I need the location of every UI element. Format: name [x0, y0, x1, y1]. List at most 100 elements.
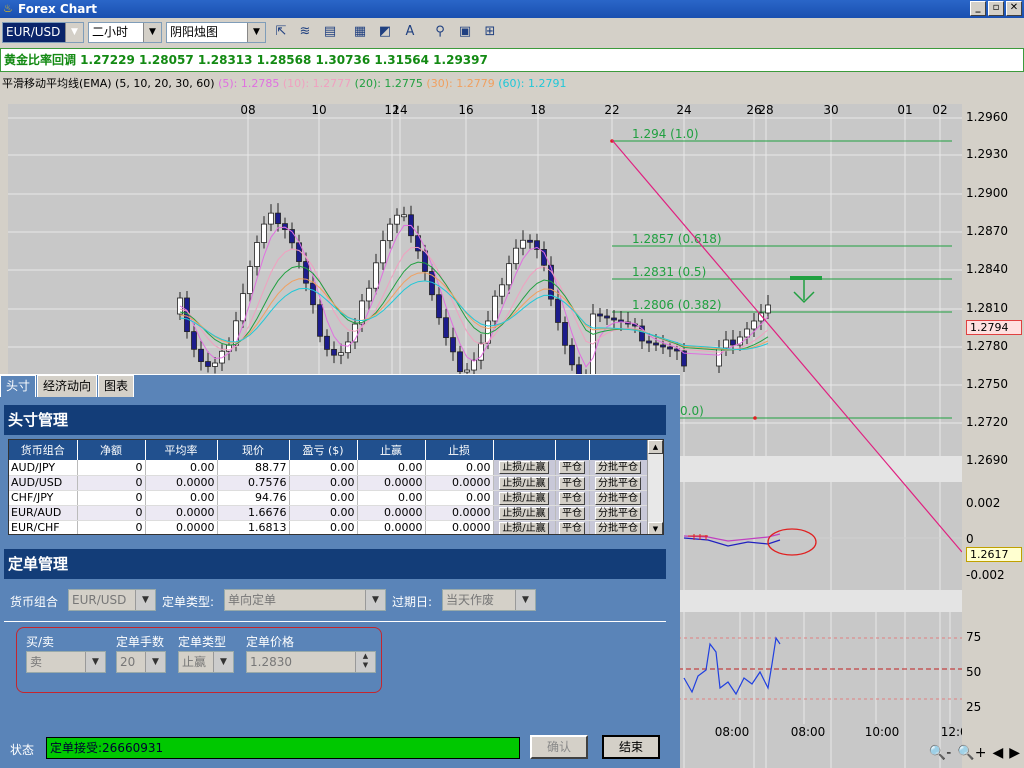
table-cell: 94.76 — [217, 490, 290, 506]
table-cell: 0.0000 — [357, 475, 426, 491]
trend-icon[interactable]: ◩ — [375, 23, 395, 41]
buysell-select[interactable]: 卖 ▼ — [26, 651, 106, 673]
lots-select[interactable]: 20 ▼ — [116, 651, 166, 673]
table-cell: 0.0000 — [145, 505, 218, 521]
confirm-button[interactable]: 确认 — [530, 735, 588, 759]
sl-tp-button[interactable]: 止损/止赢 — [499, 521, 549, 534]
column-header[interactable]: 盈亏 ($) — [289, 440, 358, 460]
chevron-down-icon[interactable]: ▼ — [515, 590, 535, 610]
close-position-button[interactable]: 平仓 — [559, 506, 585, 520]
rsi-tick-label: 75 — [966, 630, 982, 644]
chevron-down-icon[interactable]: ▼ — [365, 590, 385, 610]
scroll-down-icon[interactable]: ▼ — [648, 522, 663, 534]
column-header[interactable] — [555, 440, 590, 460]
settings-icon[interactable]: ⊞ — [480, 23, 500, 41]
close-position-button[interactable]: 平仓 — [559, 461, 585, 475]
line-tool-icon[interactable]: ≋ — [295, 23, 315, 41]
chevron-down-icon[interactable]: ▼ — [65, 23, 83, 42]
interval-select-value: 二小时 — [92, 25, 129, 39]
chevron-down-icon[interactable]: ▼ — [135, 590, 155, 610]
column-header[interactable]: 净额 — [77, 440, 146, 460]
sl-tp-button[interactable]: 止损/止赢 — [499, 506, 549, 520]
partial-close-button[interactable]: 分批平仓 — [595, 491, 641, 505]
column-header[interactable]: 现价 — [217, 440, 290, 460]
maximize-button[interactable]: ▫ — [988, 1, 1004, 16]
price-spinner[interactable]: 1.2830 ▲ ▼ — [246, 651, 376, 673]
scroll-right-icon[interactable]: ▶ — [1009, 745, 1020, 761]
table-cell: 0.00 — [357, 490, 426, 506]
chart-type-select[interactable]: 阴阳烛图 ▼ — [166, 22, 266, 43]
table-cell: AUD/USD — [9, 475, 78, 491]
table-row[interactable]: EUR/AUD 0 0.0000 1.6676 0.00 0.0000 0.0000 止损/止… — [9, 505, 648, 521]
table-row[interactable]: AUD/JPY 0 0.00 88.77 0.00 0.00 0.00 止损/止赢 平仓 分批平仓 — [9, 460, 648, 476]
chart-icon[interactable]: ▦ — [350, 23, 370, 41]
chevron-down-icon[interactable]: ▼ — [143, 23, 161, 42]
sl-tp-button[interactable]: 止损/止赢 — [499, 461, 549, 475]
spinner-icon[interactable]: ▲ ▼ — [355, 652, 375, 672]
time-tick-label: 08:00 — [791, 725, 826, 739]
partial-close-button[interactable]: 分批平仓 — [595, 521, 641, 534]
tab-economic[interactable]: 经济动向 — [37, 375, 98, 397]
sl-tp-button[interactable]: 止损/止赢 — [499, 491, 549, 505]
close-button[interactable]: ✕ — [1006, 1, 1022, 16]
column-header[interactable]: 平均率 — [145, 440, 218, 460]
position-table[interactable]: 货币组合 净额 平均率 现价 盈亏 ($) 止赢 止损 AUD/JPY 0 0.00 88.77 0… — [8, 439, 664, 535]
chevron-down-icon[interactable]: ▼ — [85, 652, 105, 672]
lots-label: 定单手数 — [116, 635, 165, 649]
interval-select[interactable]: 二小时 ▼ — [88, 22, 162, 43]
table-cell: 0.0000 — [425, 505, 494, 521]
text-tool-icon[interactable]: A — [400, 23, 420, 41]
chevron-down-icon[interactable]: ▼ — [247, 23, 265, 42]
table-cell: 0.00 — [289, 505, 358, 521]
ordertype-value: 止赢 — [182, 655, 207, 669]
close-position-button[interactable]: 平仓 — [559, 476, 585, 490]
minimize-button[interactable]: _ — [970, 1, 986, 16]
column-header[interactable]: 货币组合 — [9, 440, 78, 460]
table-cell: EUR/AUD — [9, 505, 78, 521]
partial-close-button[interactable]: 分批平仓 — [595, 506, 641, 520]
partial-close-button[interactable]: 分批平仓 — [595, 476, 641, 490]
expire-select[interactable]: 当天作废 ▼ — [442, 589, 536, 611]
column-header[interactable] — [589, 440, 648, 460]
cursor-tool-icon[interactable]: ⇱ — [271, 23, 291, 41]
print-icon[interactable]: ▣ — [455, 23, 475, 41]
tab-chart[interactable]: 图表 — [98, 375, 135, 397]
scroll-up-icon[interactable]: ▲ — [648, 440, 663, 454]
table-row[interactable]: EUR/CHF 0 0.0000 1.6813 0.00 0.0000 0.0000 止损/止… — [9, 520, 648, 534]
table-row[interactable]: AUD/USD 0 0.0000 0.7576 0.00 0.0000 0.0000 止损/止… — [9, 475, 648, 491]
zoom-out-icon[interactable]: 🔍- — [929, 745, 951, 761]
pair-select[interactable]: EUR/USD ▼ — [2, 22, 84, 43]
close-position-button[interactable]: 平仓 — [559, 521, 585, 534]
order-pair-select[interactable]: EUR/USD ▼ — [68, 589, 156, 611]
window-title: Forex Chart — [18, 2, 98, 16]
price-label: 定单价格 — [246, 635, 295, 649]
column-header[interactable]: 止损 — [425, 440, 494, 460]
x-tick-label: 02 — [932, 104, 947, 117]
ordertype-select[interactable]: 止赢 ▼ — [178, 651, 234, 673]
finish-button[interactable]: 结束 — [602, 735, 660, 759]
status-label: 状态 — [10, 743, 35, 757]
table-row[interactable]: CHF/JPY 0 0.00 94.76 0.00 0.00 0.00 止损/止赢 平仓 分批平仓 — [9, 490, 648, 506]
column-header[interactable] — [493, 440, 556, 460]
indicator-icon[interactable]: ▤ — [320, 23, 340, 41]
zoom-icon[interactable]: ⚲ — [430, 23, 450, 41]
tab-position[interactable]: 头寸 — [0, 375, 37, 397]
table-cell: 0.0000 — [425, 475, 494, 491]
sl-tp-button[interactable]: 止损/止赢 — [499, 476, 549, 490]
x-tick-label: 10 — [311, 104, 326, 117]
zoom-in-icon[interactable]: 🔍+ — [957, 745, 986, 761]
order-type-value: 单向定单 — [228, 593, 277, 607]
macd-tick-label: -0.002 — [966, 568, 1005, 582]
scroll-left-icon[interactable]: ◀ — [992, 745, 1003, 761]
close-position-button[interactable]: 平仓 — [559, 491, 585, 505]
table-scrollbar[interactable]: ▲ ▼ — [647, 440, 663, 534]
partial-close-button[interactable]: 分批平仓 — [595, 461, 641, 475]
table-cell: 0.00 — [145, 490, 218, 506]
chevron-down-icon[interactable]: ▼ — [145, 652, 165, 672]
column-header[interactable]: 止赢 — [357, 440, 426, 460]
chevron-down-icon[interactable]: ▼ — [213, 652, 233, 672]
table-cell: 0 — [77, 475, 146, 491]
ordertype-label: 定单类型 — [178, 635, 227, 649]
macd-tick-label: 0 — [966, 532, 974, 546]
order-type-select[interactable]: 单向定单 ▼ — [224, 589, 386, 611]
